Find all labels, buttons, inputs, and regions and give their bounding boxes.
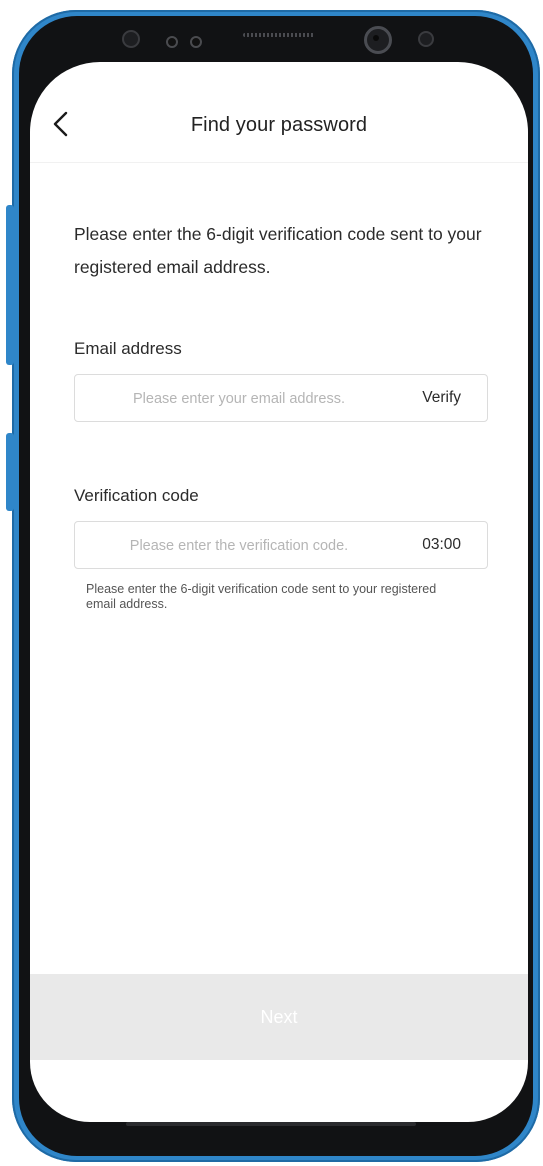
app-screen: Find your password Please enter the 6-di…: [30, 62, 528, 1122]
verification-code-input[interactable]: [87, 522, 391, 570]
countdown-timer: 03:00: [422, 536, 461, 553]
instruction-text: Please enter the 6-digit verification co…: [74, 224, 482, 277]
earpiece-speaker: [243, 33, 315, 37]
iris-sensor-icon: [418, 31, 434, 47]
email-input[interactable]: [87, 375, 391, 423]
email-field-box: Verify: [74, 374, 488, 423]
sensor-icon: [122, 30, 140, 48]
page-title: Find your password: [190, 114, 368, 136]
sensor-dot-icon: [190, 36, 202, 48]
verification-code-label: Verification code: [74, 486, 199, 505]
front-camera-icon: [364, 26, 392, 54]
volume-button: [6, 205, 14, 365]
next-button[interactable]: Next: [30, 974, 528, 1060]
verification-code-field-box: 03:00: [74, 521, 488, 570]
power-button: [6, 433, 14, 511]
email-label: Email address: [74, 339, 182, 358]
verify-button[interactable]: Verify: [422, 389, 461, 407]
top-bar: Find your password: [30, 62, 528, 163]
helper-text: Please enter the 6-digit verification co…: [86, 582, 437, 611]
sensor-dot-icon: [166, 36, 178, 48]
bottom-bezel-bar: [126, 1122, 416, 1126]
